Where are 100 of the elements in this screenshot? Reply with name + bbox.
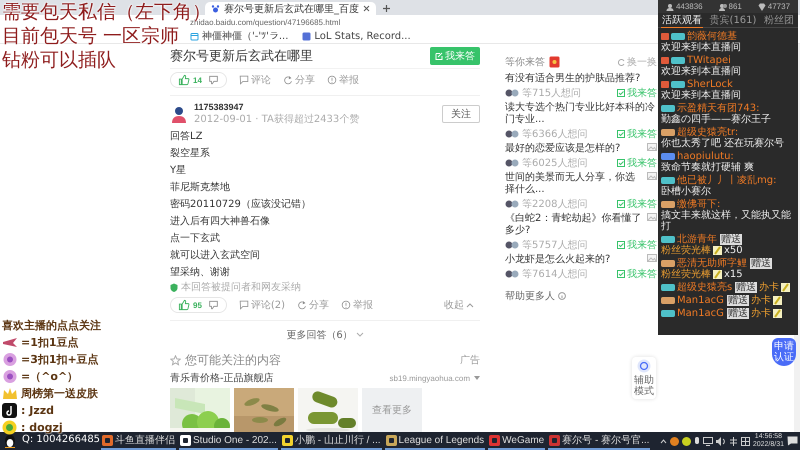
asked-count: 等7614人想问 — [522, 268, 588, 280]
user-name: SherLock — [687, 79, 733, 90]
assist-mode-button[interactable]: 辅助模式 — [632, 357, 656, 399]
chat-text: 勤鑫の四手——赛尔王子 — [661, 114, 771, 125]
thumbs-down-icon — [208, 74, 219, 86]
envelope-icon — [549, 56, 560, 68]
question-title: 赛尔号更新后玄武在哪里 — [170, 48, 313, 65]
panel-line: =1扣1豆点 — [21, 335, 79, 350]
asked-count: 等2208人想问 — [522, 198, 588, 210]
taskbar-item[interactable]: League of Legends — [384, 432, 486, 450]
star-icon — [170, 354, 181, 366]
gift-icon — [713, 246, 722, 255]
fan-badge — [671, 33, 685, 40]
avatar-stack-icon — [505, 158, 519, 166]
question-link[interactable]: 读大专选个热门专业比好本科的冷门专业... — [505, 102, 657, 126]
answer-line: 点一下玄武 — [170, 232, 221, 246]
question-link[interactable]: 有没有适合男生的护肤品推荐? — [505, 73, 657, 85]
answer-line: 进入后有四大神兽石像 — [170, 214, 271, 230]
collapse-button[interactable]: 收起 — [438, 297, 480, 314]
question-link[interactable]: 《白蛇2：青蛇劫起》你看懂了多少? — [505, 213, 644, 237]
question-link[interactable]: 世间的美景而无人分享，你选择什么... — [505, 172, 644, 196]
chat-text: 你也太秀了吧 还在玩赛尔号 — [661, 138, 784, 149]
gift-action: 赠送 — [726, 308, 749, 319]
dislike-button[interactable] — [208, 300, 219, 311]
grid-icon[interactable] — [740, 436, 750, 446]
answer-line: 密码20110729（应该没记错） — [170, 198, 312, 212]
plane-icon — [2, 335, 18, 350]
fan-badge — [661, 105, 675, 112]
help-link[interactable]: 帮助更多人 — [505, 289, 555, 303]
address-field[interactable]: zhidao.baidu.com/question/47196685.html — [190, 18, 340, 26]
report-icon — [326, 75, 337, 86]
gift-icon — [772, 309, 782, 318]
report-button[interactable]: 举报 — [341, 298, 374, 312]
taskbar-item[interactable]: WeGame — [488, 432, 546, 450]
share-icon — [282, 75, 293, 86]
penguin-icon[interactable] — [4, 434, 16, 448]
coin-icon — [2, 420, 18, 435]
gem-icon — [2, 352, 18, 367]
chat-tab[interactable]: 活跃观看 — [660, 12, 703, 28]
fan-badge — [661, 153, 675, 160]
user-name: 他已被丿丿丨凌乱mg: — [677, 175, 776, 186]
certify-button[interactable]: 申请认证 — [772, 338, 796, 366]
dislike-button[interactable] — [208, 74, 219, 86]
chat-tab[interactable]: 粉丝团 — [763, 12, 796, 28]
user-name: 韵薇何德基 — [687, 31, 737, 42]
fan-badge — [661, 260, 675, 267]
user-name: 超级史猿亮tr: — [677, 127, 738, 138]
paw-icon — [211, 4, 220, 13]
answer-line: 就可以进入玄武空间 — [170, 248, 261, 264]
browser-tab[interactable]: 赛尔号更新后玄武在哪里_百度 — [205, 2, 376, 15]
user-name: 北游青年 — [677, 234, 717, 245]
answer-meta: 2012-09-01 · TA获得超过2433个赞 — [194, 112, 360, 126]
gift-count: x15 — [724, 269, 743, 280]
new-tab-icon[interactable] — [382, 4, 391, 13]
thumbs-up-icon — [178, 299, 190, 312]
gift-name: 办卡 — [759, 282, 780, 293]
taskbar-item[interactable]: 赛尔号 - 赛尔号官... — [548, 432, 650, 450]
microphone-icon[interactable] — [694, 436, 700, 446]
qq-number: Q: 1004266485 — [20, 434, 102, 445]
panel-line: : Jzzd — [21, 404, 54, 417]
gift-action: 赠送 — [720, 234, 742, 245]
question-link[interactable]: 小龙虾是怎么火起来的? — [505, 254, 644, 266]
volume-icon[interactable] — [716, 436, 726, 446]
taskbar-item[interactable]: Studio One - 202... — [179, 432, 278, 450]
app-icon — [386, 434, 397, 446]
user-name: 示盈精天有团743: — [677, 103, 760, 114]
group-icon — [718, 2, 727, 10]
follow-button[interactable]: 关注 — [442, 104, 480, 123]
user-name: Man1acG — [677, 308, 724, 319]
bookmark[interactable]: 神僵神僵（'-'ﾂ'ラ... — [190, 29, 288, 43]
gift-action: 赠送 — [726, 295, 749, 306]
panel-title: 喜欢主播的点点关注 — [2, 318, 101, 333]
chat-text: 卧槽小赛尔 — [661, 186, 711, 197]
bookmark[interactable]: LoL Stats, Record... — [302, 30, 411, 42]
shop-link[interactable]: 青乐青价格-正品旗舰店 — [170, 371, 274, 385]
chevron-up-icon[interactable] — [660, 438, 667, 444]
stat-count: 443836 — [676, 2, 703, 11]
user-name: haopiulutu: — [677, 151, 734, 162]
panel-line: : dogzj — [21, 421, 63, 434]
question-link[interactable]: 最好的恋爱应该是怎样的? — [505, 143, 644, 155]
answer-line: 裂空星系 — [170, 146, 211, 162]
stat-count: 861 — [728, 2, 742, 11]
fan-badge — [661, 310, 675, 317]
user-name: Man1acG — [677, 295, 724, 306]
answer-line: 回答LZ — [170, 130, 204, 144]
user-name: 恶清无助师字鲤 — [677, 258, 747, 269]
fan-badge — [661, 129, 675, 136]
comment-icon — [238, 300, 249, 310]
close-icon[interactable] — [363, 5, 370, 12]
avatar-stack-icon — [505, 130, 519, 138]
report-button[interactable]: 举报 — [326, 73, 359, 88]
user-name: 缴佛哥下: — [677, 199, 720, 210]
notice-text: 钻粉可以插队 — [2, 48, 116, 72]
assist-icon — [637, 359, 651, 373]
caret-down-icon — [474, 376, 480, 380]
taskbar-item[interactable]: 小鹏 - 山止川行 / ... — [280, 432, 382, 450]
chat-tab[interactable]: 贵宾(161) — [708, 12, 758, 28]
gift-icon — [781, 283, 790, 292]
notification-icon[interactable] — [787, 436, 798, 446]
more-answers-button[interactable]: 更多回答（6） — [280, 324, 370, 346]
